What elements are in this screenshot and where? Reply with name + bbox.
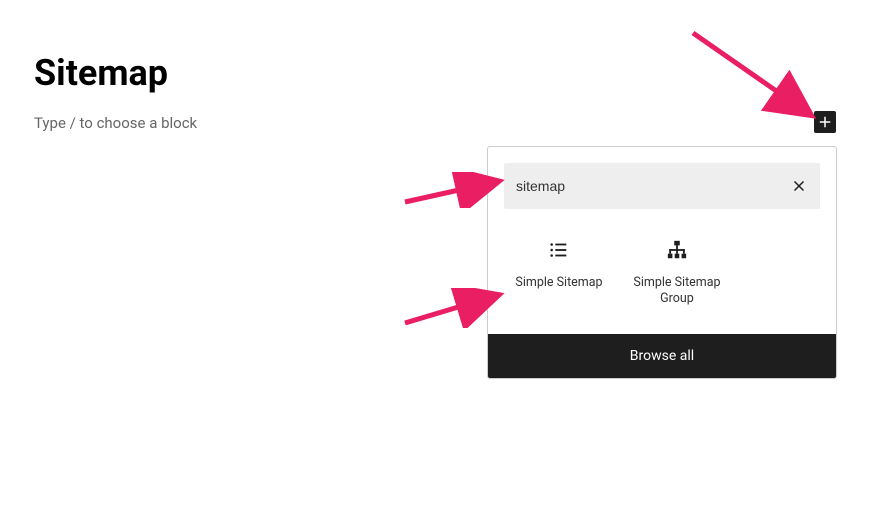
- search-wrap: [488, 147, 836, 225]
- block-placeholder-prompt[interactable]: Type / to choose a block: [34, 114, 197, 132]
- block-results-list: Simple Sitemap Simple Sitemap Group: [488, 225, 836, 334]
- block-item-simple-sitemap[interactable]: Simple Sitemap: [504, 233, 614, 314]
- block-item-label: Simple Sitemap: [515, 275, 602, 291]
- search-row: [504, 163, 820, 209]
- list-icon: [548, 239, 570, 261]
- block-inserter-panel: Simple Sitemap Simple Sitemap Group Brow…: [487, 146, 837, 379]
- close-icon[interactable]: [790, 177, 808, 195]
- plus-icon: [816, 113, 834, 131]
- block-search-input[interactable]: [516, 178, 790, 194]
- block-item-label: Simple Sitemap Group: [622, 275, 732, 308]
- browse-all-button[interactable]: Browse all: [488, 334, 836, 378]
- annotation-arrow: [688, 28, 828, 128]
- block-item-simple-sitemap-group[interactable]: Simple Sitemap Group: [622, 233, 732, 314]
- page-title: Sitemap: [34, 52, 168, 94]
- add-block-button[interactable]: [814, 111, 836, 133]
- sitemap-icon: [666, 239, 688, 261]
